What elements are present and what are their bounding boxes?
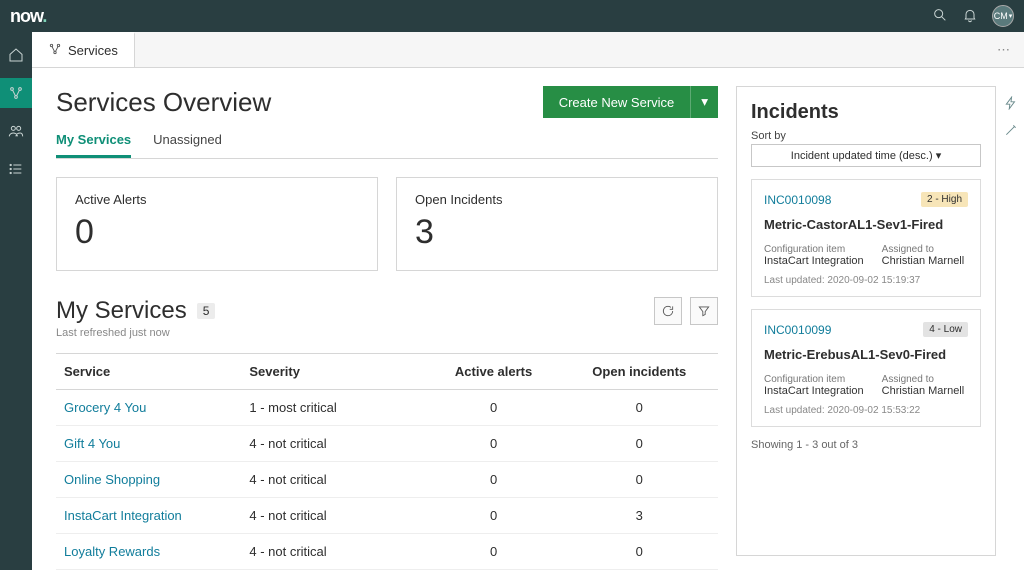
logo: now. [10, 6, 46, 27]
rail-home-icon[interactable] [0, 40, 32, 70]
incident-ci: InstaCart Integration [764, 385, 864, 397]
table-row: Grocery 4 You1 - most critical00 [56, 390, 718, 426]
avatar[interactable]: CM▾ [992, 5, 1014, 27]
cell-open-incidents: 0 [560, 426, 718, 462]
count-badge: 5 [197, 303, 216, 319]
col-severity[interactable]: Severity [241, 354, 426, 390]
incident-card[interactable]: INC0010098 2 - High Metric-CastorAL1-Sev1-… [751, 179, 981, 297]
service-link[interactable]: Loyalty Rewards [64, 544, 160, 559]
service-link[interactable]: Online Shopping [64, 472, 160, 487]
cell-severity: 4 - not critical [241, 534, 426, 570]
cell-severity: 1 - most critical [241, 390, 426, 426]
service-link[interactable]: Grocery 4 You [64, 400, 146, 415]
cell-severity: 4 - not critical [241, 498, 426, 534]
col-service[interactable]: Service [56, 354, 241, 390]
cell-open-incidents: 0 [560, 390, 718, 426]
card-value: 3 [415, 213, 699, 252]
incidents-panel: Incidents Sort by Incident updated time … [736, 86, 996, 556]
subtab-my-services[interactable]: My Services [56, 132, 131, 158]
showing-count: Showing 1 - 3 out of 3 [751, 439, 981, 451]
cell-severity: 4 - not critical [241, 462, 426, 498]
rail-services-icon[interactable] [0, 78, 32, 108]
rail-users-icon[interactable] [0, 116, 32, 146]
priority-badge: 4 - Low [923, 322, 968, 337]
table-row: InstaCart Integration 4 - not critical03 [56, 498, 718, 534]
side-float-icons [1004, 96, 1018, 140]
sort-select[interactable]: Incident updated time (desc.) ▾ [751, 144, 981, 167]
incident-title: Metric-ErebusAL1-Sev0-Fired [764, 347, 968, 362]
incident-ci: InstaCart Integration [764, 255, 864, 267]
cell-open-incidents: 3 [560, 498, 718, 534]
card-label: Active Alerts [75, 192, 359, 207]
services-table: Service Severity Active alerts Open inci… [56, 353, 718, 570]
subtabs: My Services Unassigned [56, 132, 718, 159]
left-rail [0, 32, 32, 570]
lightning-icon[interactable] [1004, 96, 1018, 113]
create-new-service-button[interactable]: Create New Service [543, 86, 691, 118]
priority-badge: 2 - High [921, 192, 968, 207]
cell-active-alerts: 0 [427, 390, 561, 426]
incident-id-link[interactable]: INC0010099 [764, 323, 831, 337]
incident-id-link[interactable]: INC0010098 [764, 193, 831, 207]
cell-active-alerts: 0 [427, 498, 561, 534]
cell-severity: 4 - not critical [241, 426, 426, 462]
card-active-alerts: Active Alerts 0 [56, 177, 378, 271]
last-refreshed: Last refreshed just now [56, 327, 718, 339]
incident-assigned: Christian Marnell [882, 255, 965, 267]
table-row: Gift 4 You4 - not critical00 [56, 426, 718, 462]
services-icon [48, 42, 62, 59]
incident-card[interactable]: INC0010099 4 - Low Metric-ErebusAL1-Sev0-F… [751, 309, 981, 427]
rail-list-icon[interactable] [0, 154, 32, 184]
incident-title: Metric-CastorAL1-Sev1-Fired [764, 217, 968, 232]
top-banner-actions: CM▾ [932, 5, 1014, 27]
search-icon[interactable] [932, 7, 948, 26]
section-title: My Services [56, 297, 187, 325]
cell-open-incidents: 0 [560, 462, 718, 498]
cell-active-alerts: 0 [427, 426, 561, 462]
tab-services[interactable]: Services [32, 32, 135, 67]
tab-label: Services [68, 43, 118, 58]
card-open-incidents: Open Incidents 3 [396, 177, 718, 271]
col-active-alerts[interactable]: Active alerts [427, 354, 561, 390]
incident-assigned: Christian Marnell [882, 385, 965, 397]
card-value: 0 [75, 213, 359, 252]
table-row: Loyalty Rewards4 - not critical00 [56, 534, 718, 570]
service-link[interactable]: Gift 4 You [64, 436, 120, 451]
cell-active-alerts: 0 [427, 462, 561, 498]
refresh-button[interactable] [654, 297, 682, 325]
col-open-incidents[interactable]: Open incidents [560, 354, 718, 390]
tab-overflow-icon[interactable]: ⋯ [983, 32, 1024, 67]
bell-icon[interactable] [962, 7, 978, 26]
cell-open-incidents: 0 [560, 534, 718, 570]
filter-button[interactable] [690, 297, 718, 325]
card-label: Open Incidents [415, 192, 699, 207]
page-title: Services Overview [56, 87, 271, 118]
top-banner: now. CM▾ [0, 0, 1024, 32]
cell-active-alerts: 0 [427, 534, 561, 570]
tab-strip: Services ⋯ [32, 32, 1024, 68]
table-row: Online Shopping4 - not critical00 [56, 462, 718, 498]
create-new-service-dropdown[interactable]: ▾ [690, 86, 718, 118]
incident-updated: Last updated: 2020-09-02 15:19:37 [764, 275, 968, 286]
wand-icon[interactable] [1004, 123, 1018, 140]
incidents-title: Incidents [751, 101, 981, 124]
service-link[interactable]: InstaCart Integration [64, 508, 182, 523]
sort-label: Sort by [751, 130, 981, 142]
incident-updated: Last updated: 2020-09-02 15:53:22 [764, 405, 968, 416]
subtab-unassigned[interactable]: Unassigned [153, 132, 222, 158]
